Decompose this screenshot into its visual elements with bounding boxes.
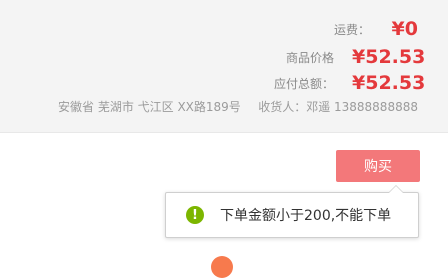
shipping-address: 安徽省 芜湖市 弋江区 XX路189号 [58,100,241,114]
shipping-value: ¥0 [391,18,418,40]
order-summary-panel: 运费： ¥0 商品价格 ¥52.53 应付总额： ¥52.53 安徽省 芜湖市 … [0,0,448,133]
price-value: ¥52.53 [352,46,426,68]
warning-tooltip: ! 下单金额小于200,不能下单 [165,185,419,238]
tooltip-message: 下单金额小于200,不能下单 [220,208,392,224]
shipping-label: 运费： [333,22,370,37]
receiver-info: 收货人：邓遥 13888888888 [258,100,418,114]
shipping-address-line: 安徽省 芜湖市 弋江区 XX路189号 收货人：邓遥 13888888888 [58,98,418,115]
orange-circle-decoration [211,256,233,278]
total-label: 应付总额： [273,76,334,91]
exclamation-icon: ! [186,206,204,224]
buy-button[interactable]: 购买 [336,150,420,182]
price-label: 商品价格 [285,50,334,65]
total-value: ¥52.53 [352,72,426,94]
price-row: 商品价格 ¥52.53 [285,46,426,68]
shipping-row: 运费： ¥0 [334,18,418,40]
total-row: 应付总额： ¥52.53 [273,72,426,94]
